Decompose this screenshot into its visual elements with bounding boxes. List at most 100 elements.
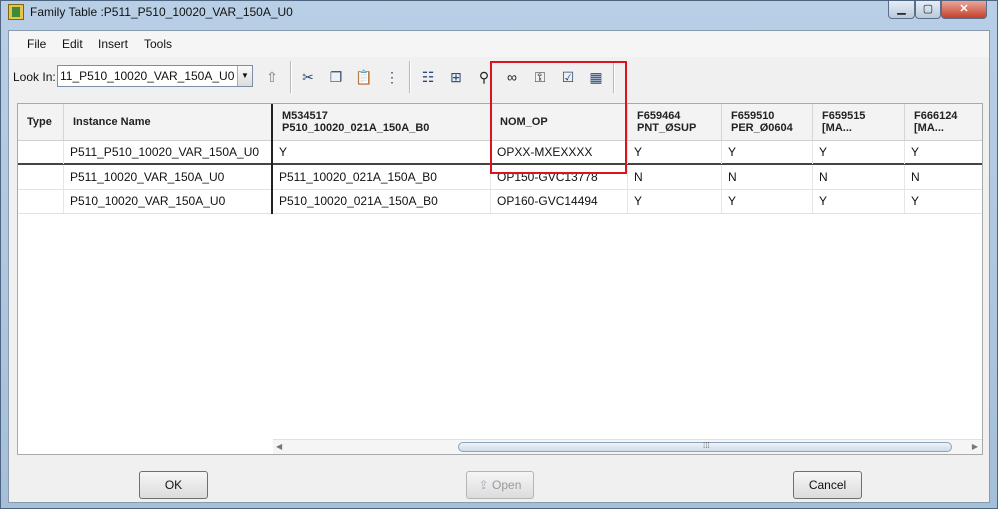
- toolbar: Look In: 11_P510_10020_VAR_150A_U0 ▼ ⇧ ✂…: [9, 59, 989, 95]
- chevron-down-icon[interactable]: ▼: [237, 66, 252, 86]
- column-header-f666124[interactable]: F666124 [MA...: [905, 104, 982, 141]
- cancel-button[interactable]: Cancel: [793, 471, 862, 499]
- dialog-client: File Edit Insert Tools Look In: 11_P510_…: [8, 30, 990, 503]
- maximize-button[interactable]: ▢: [915, 1, 941, 19]
- cell-text: P511_10020_VAR_150A_U0: [70, 170, 225, 184]
- cell-m534517[interactable]: P510_10020_021A_150A_B0: [273, 190, 491, 213]
- lock-icon[interactable]: ⚿: [529, 66, 551, 88]
- menu-file[interactable]: File: [27, 37, 46, 51]
- cell-text: Y: [819, 145, 828, 159]
- column-header-sublabel: PNT_ØSUP: [637, 122, 697, 134]
- cell-type[interactable]: [18, 166, 64, 189]
- column-header-nom-op[interactable]: NOM_OP: [491, 104, 628, 141]
- close-button[interactable]: ✕: [941, 1, 987, 19]
- cell-f659515[interactable]: Y: [813, 190, 905, 213]
- look-in-combobox[interactable]: 11_P510_10020_VAR_150A_U0 ▼: [57, 65, 253, 87]
- column-header-label: Type: [27, 116, 52, 128]
- cell-type[interactable]: [18, 190, 64, 213]
- column-header-label: M534517: [282, 110, 328, 122]
- menu-tools[interactable]: Tools: [144, 37, 172, 51]
- cell-m534517[interactable]: P511_10020_021A_150A_B0: [273, 166, 491, 189]
- cell-instance-name[interactable]: P510_10020_VAR_150A_U0: [64, 190, 272, 213]
- app-icon: [8, 4, 24, 20]
- scrollbar-thumb[interactable]: ⁞⁞⁞: [458, 441, 952, 452]
- cell-text: Y: [634, 145, 643, 159]
- scroll-right-icon[interactable]: ▶: [972, 442, 978, 451]
- cell-nom-op[interactable]: OP160-GVC14494: [491, 190, 628, 213]
- copy-icon[interactable]: ❐: [325, 66, 347, 88]
- family-table-window: Family Table :P511_P510_10020_VAR_150A_U…: [0, 0, 998, 509]
- cell-text: OPXX-MXEXXXX: [497, 145, 593, 159]
- horizontal-scrollbar[interactable]: ◀ ⁞⁞⁞ ▶: [273, 439, 982, 454]
- cell-text: N: [911, 170, 920, 184]
- menu-edit[interactable]: Edit: [62, 37, 83, 51]
- cell-f659510[interactable]: Y: [722, 141, 813, 164]
- cell-text: Y: [279, 145, 288, 159]
- folder-up-icon[interactable]: ⇧: [261, 66, 283, 88]
- title-bar[interactable]: Family Table :P511_P510_10020_VAR_150A_U…: [1, 1, 997, 23]
- verify-icon[interactable]: ☑: [557, 66, 579, 88]
- cell-text: Y: [819, 194, 828, 208]
- table-row[interactable]: P511_10020_VAR_150A_U0 P511_10020_021A_1…: [18, 166, 982, 190]
- cell-text: Y: [728, 145, 737, 159]
- column-header-f659515[interactable]: F659515 [MA...: [813, 104, 905, 141]
- cell-text: Y: [911, 194, 920, 208]
- frozen-column-divider: [271, 104, 273, 214]
- cell-f659515[interactable]: Y: [813, 141, 905, 164]
- cell-nom-op[interactable]: OPXX-MXEXXXX: [491, 141, 628, 164]
- cell-f666124[interactable]: N: [905, 166, 982, 189]
- look-in-label: Look In:: [13, 70, 56, 84]
- cell-text: N: [634, 170, 643, 184]
- find-icon[interactable]: ⚲: [473, 66, 495, 88]
- column-header-label: F659510: [731, 110, 775, 122]
- column-header-instance-name[interactable]: Instance Name: [64, 104, 272, 141]
- cell-nom-op[interactable]: OP150-GVC13778: [491, 166, 628, 189]
- column-header-f659510[interactable]: F659510 PER_Ø0604: [722, 104, 813, 141]
- column-header-f659464[interactable]: F659464 PNT_ØSUP: [628, 104, 722, 141]
- column-header-m534517[interactable]: M534517 P510_10020_021A_150A_B0: [273, 104, 491, 141]
- open-label: Open: [492, 478, 522, 492]
- cut-icon[interactable]: ✂: [297, 66, 319, 88]
- paste-special-icon[interactable]: ⋮: [381, 66, 403, 88]
- column-header-label: NOM_OP: [500, 116, 548, 128]
- table-row[interactable]: P511_P510_10020_VAR_150A_U0 Y OPXX-MXEXX…: [18, 141, 982, 165]
- cell-f659510[interactable]: Y: [722, 190, 813, 213]
- open-button[interactable]: ⇪ Open: [466, 471, 534, 499]
- menu-bar: File Edit Insert Tools: [9, 31, 989, 57]
- cell-text: P511_P510_10020_VAR_150A_U0: [70, 145, 260, 159]
- cell-instance-name[interactable]: P511_P510_10020_VAR_150A_U0: [64, 141, 272, 164]
- toolbar-separator: [290, 61, 292, 93]
- cell-f659464[interactable]: N: [628, 166, 722, 189]
- cell-f666124[interactable]: Y: [905, 190, 982, 213]
- menu-insert[interactable]: Insert: [98, 37, 128, 51]
- column-header-label: F666124: [914, 110, 958, 122]
- toolbar-separator: [613, 61, 615, 93]
- cell-text: Y: [728, 194, 737, 208]
- cell-f659464[interactable]: Y: [628, 190, 722, 213]
- cell-text: N: [728, 170, 737, 184]
- window-title: Family Table :P511_P510_10020_VAR_150A_U…: [30, 5, 293, 19]
- table-row[interactable]: P510_10020_VAR_150A_U0 P510_10020_021A_1…: [18, 190, 982, 214]
- add-instance-icon[interactable]: ⊞: [445, 66, 467, 88]
- column-header-type[interactable]: Type: [18, 104, 64, 141]
- cell-f659510[interactable]: N: [722, 166, 813, 189]
- cell-text: P510_10020_021A_150A_B0: [279, 194, 438, 208]
- ok-button[interactable]: OK: [139, 471, 208, 499]
- scroll-left-icon[interactable]: ◀: [276, 442, 282, 451]
- cell-text: P510_10020_VAR_150A_U0: [70, 194, 226, 208]
- column-header-label: Instance Name: [73, 116, 151, 128]
- cell-f659515[interactable]: N: [813, 166, 905, 189]
- cell-type[interactable]: [18, 141, 64, 164]
- cell-f659464[interactable]: Y: [628, 141, 722, 164]
- table-icon[interactable]: ▦: [585, 66, 607, 88]
- minimize-button[interactable]: ▁: [888, 1, 915, 19]
- preview-icon[interactable]: ∞: [501, 66, 523, 88]
- column-header-sublabel: [MA...: [822, 122, 852, 134]
- cell-instance-name[interactable]: P511_10020_VAR_150A_U0: [64, 166, 272, 189]
- cell-m534517[interactable]: Y: [273, 141, 491, 164]
- paste-icon[interactable]: 📋: [353, 66, 375, 88]
- look-in-value[interactable]: 11_P510_10020_VAR_150A_U0: [60, 69, 234, 83]
- add-columns-icon[interactable]: ☷: [417, 66, 439, 88]
- cell-f666124[interactable]: Y: [905, 141, 982, 164]
- column-header-label: F659464: [637, 110, 681, 122]
